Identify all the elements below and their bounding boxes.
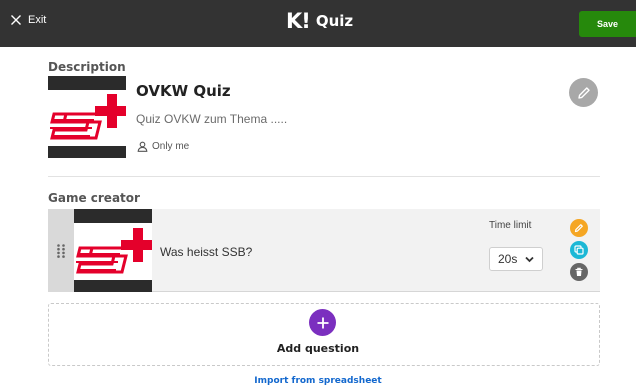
visibility-status: Only me <box>137 141 189 152</box>
top-bar: Exit K! Quiz Save <box>0 0 636 47</box>
drag-dots-icon <box>57 243 65 258</box>
description-heading: Description <box>48 60 126 74</box>
section-divider <box>48 176 600 177</box>
visibility-label: Only me <box>152 141 190 152</box>
question-image[interactable] <box>74 209 152 292</box>
app-title: Quiz <box>315 12 354 30</box>
chevron-down-icon <box>525 256 534 262</box>
quiz-cover-image[interactable] <box>48 76 126 158</box>
s-plus-logo <box>76 228 152 274</box>
user-icon <box>137 141 148 152</box>
pencil-icon <box>574 224 583 233</box>
duplicate-icon <box>574 245 584 255</box>
question-text: Was heisst SSB? <box>160 245 253 259</box>
kahoot-logo: K! <box>286 9 311 33</box>
time-limit-select[interactable]: 20s <box>489 247 543 271</box>
time-limit-value: 20s <box>498 252 518 266</box>
edit-description-button[interactable] <box>569 78 598 107</box>
game-creator-heading: Game creator <box>48 191 140 205</box>
quiz-description: Quiz OVKW zum Thema ..... <box>136 112 288 126</box>
add-question-button[interactable] <box>309 309 336 336</box>
delete-question-button[interactable] <box>570 263 588 281</box>
pencil-icon <box>577 86 590 99</box>
edit-question-button[interactable] <box>570 219 588 237</box>
close-icon <box>11 15 21 25</box>
trash-icon <box>575 267 583 276</box>
s-plus-logo <box>50 94 126 140</box>
question-card[interactable]: Was heisst SSB? Time limit 20s <box>48 209 600 292</box>
save-button[interactable]: Save <box>579 11 636 37</box>
drag-handle[interactable] <box>48 209 74 292</box>
exit-button[interactable]: Exit <box>10 14 46 26</box>
quiz-title: OVKW Quiz <box>136 82 231 100</box>
add-question-label[interactable]: Add question <box>0 342 636 355</box>
exit-label: Exit <box>28 14 47 26</box>
plus-icon <box>317 317 328 328</box>
time-limit-label: Time limit <box>489 220 532 231</box>
import-spreadsheet-link[interactable]: Import from spreadsheet <box>0 376 636 386</box>
duplicate-question-button[interactable] <box>570 241 588 259</box>
app-brand: K! Quiz <box>286 11 353 32</box>
